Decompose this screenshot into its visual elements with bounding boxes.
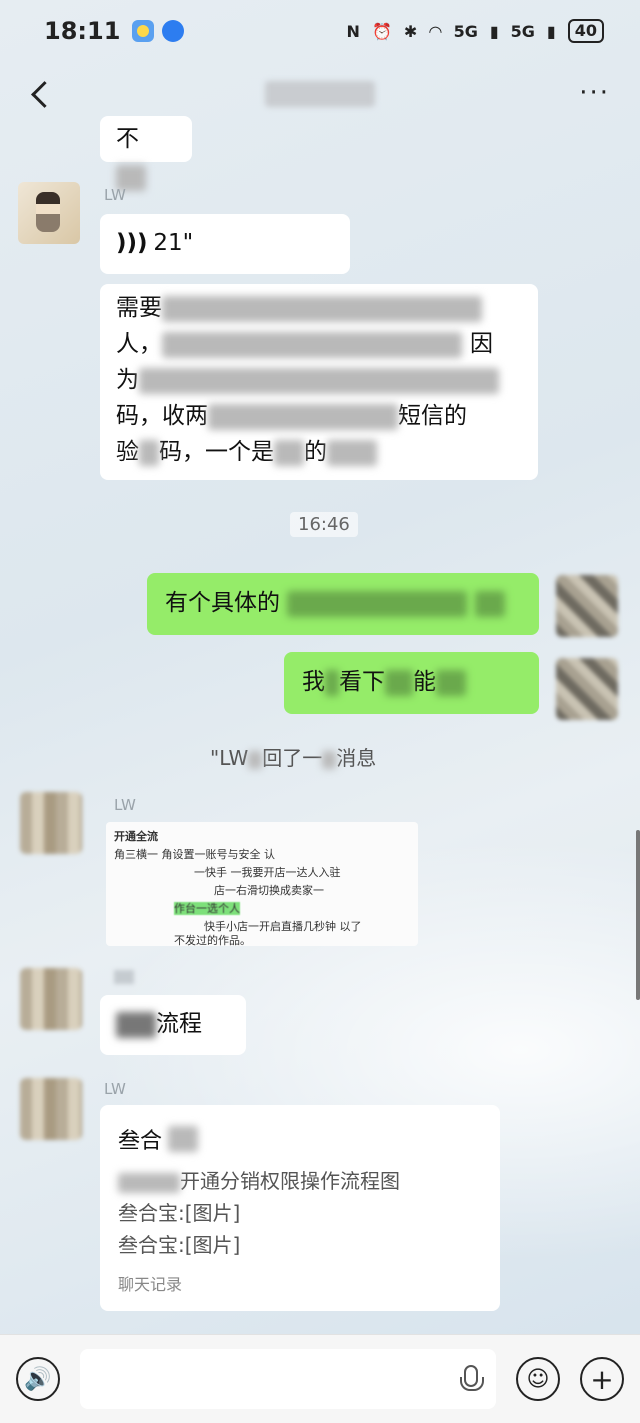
blurred-text: [162, 331, 462, 358]
message-text: 流程: [156, 1011, 202, 1037]
app-notification-icon: [162, 20, 185, 42]
blurred-text: [325, 669, 339, 696]
blurred-text: [287, 590, 468, 617]
chat-history-card[interactable]: 叁合 开通分销权限操作流程图 叁合宝:[图片] 叁合宝:[图片] 聊天记录: [100, 1105, 500, 1311]
image-text-line: 一快手 一我要开店一达人入驻: [194, 866, 341, 879]
signal-2-icon: ▮: [546, 21, 556, 41]
blurred-text: [139, 439, 159, 466]
nfc-icon: N: [346, 21, 360, 41]
preview-line: 叁合宝:[图片]: [118, 1201, 241, 1225]
preview-line: 叁合宝:[图片]: [118, 1233, 241, 1257]
avatar[interactable]: [18, 182, 80, 244]
voice-duration: 21": [153, 230, 194, 256]
avatar[interactable]: [20, 968, 82, 1030]
text-message-bubble[interactable]: 需要 人，因 为 码，收两 短信的 验码，一个是的: [100, 284, 538, 480]
text-line-3: 为: [116, 362, 522, 398]
message-text: 不: [116, 126, 139, 152]
message-input[interactable]: [80, 1349, 496, 1409]
scrollbar[interactable]: [636, 830, 640, 1000]
blurred-text: [139, 367, 499, 394]
status-right-icons: N ⏰ ✱ ◠ 5G ▮ 5G ▮ 40: [347, 19, 604, 43]
signal-1-icon: ▮: [489, 21, 499, 41]
avatar[interactable]: [20, 1078, 82, 1140]
voice-message-bubble[interactable]: ))) 21": [100, 214, 350, 274]
bluetooth-icon: ✱: [403, 21, 418, 41]
chat-header: ···: [0, 62, 640, 126]
status-time: 18:11: [44, 17, 121, 45]
my-message-bubble[interactable]: 有个具体的: [147, 573, 539, 635]
sender-name: LW: [114, 796, 136, 814]
avatar[interactable]: [20, 792, 82, 854]
blurred-text: [436, 669, 466, 696]
blurred-text: [322, 750, 337, 769]
input-bar: 🔊 ☺ +: [0, 1334, 640, 1423]
image-text-line: 角三横一 角设置一账号与安全 认: [114, 848, 275, 861]
status-left-icons: [132, 20, 185, 42]
sender-name: LW: [104, 1080, 126, 1098]
status-bar: 18:11 N ⏰ ✱ ◠ 5G ▮ 5G ▮ 40: [0, 0, 640, 62]
my-avatar[interactable]: [556, 575, 618, 637]
weather-icon: [132, 20, 155, 42]
blurred-text: [208, 403, 398, 430]
alarm-icon: ⏰: [371, 21, 392, 41]
wifi-icon: ◠: [429, 21, 442, 41]
message-bubble-partial[interactable]: 不: [100, 116, 192, 191]
message-text: 有个具体的: [165, 590, 280, 616]
blurred-text: [118, 1172, 180, 1193]
preview-line: 开通分销权限操作流程图: [118, 1165, 482, 1197]
image-text-line: 开通全流: [114, 830, 158, 843]
more-options-button[interactable]: ···: [579, 78, 610, 108]
plus-button[interactable]: +: [580, 1357, 624, 1401]
chat-history-title: 叁合: [118, 1123, 482, 1155]
blurred-text: [274, 439, 304, 466]
chat-history-footer: 聊天记录: [118, 1275, 183, 1294]
blurred-text: [116, 1011, 156, 1038]
sender-name: LW: [104, 186, 126, 204]
text-line-2: 人，因: [116, 331, 493, 358]
text-line-4: 码，收两 短信的: [116, 403, 467, 430]
blurred-text: [248, 750, 263, 769]
highlighted-text: 作台一选个人: [174, 902, 240, 915]
my-avatar[interactable]: [556, 658, 618, 720]
text-line-1: 需要: [116, 290, 522, 326]
message-text: 我: [302, 669, 325, 695]
image-message[interactable]: 开通全流 角三横一 角设置一账号与安全 认 一快手 一我要开店一达人入驻 店一右…: [106, 822, 418, 946]
network-2-label: 5G: [510, 21, 535, 41]
recall-notice: "LW 回了一 消息: [210, 746, 377, 770]
message-bubble[interactable]: 流程: [100, 995, 246, 1055]
blurred-text: [385, 669, 413, 696]
blurred-text: [474, 590, 505, 617]
chat-history-preview: 开通分销权限操作流程图 叁合宝:[图片] 叁合宝:[图片]: [118, 1165, 482, 1261]
voice-input-button[interactable]: 🔊: [16, 1357, 60, 1401]
blurred-text: [162, 295, 482, 322]
microphone-icon[interactable]: [460, 1365, 484, 1391]
voice-wave-icon: ))): [116, 230, 148, 256]
text-line-5: 验码，一个是的: [116, 434, 522, 470]
sender-name-blurred: [114, 970, 134, 984]
network-1-label: 5G: [453, 21, 478, 41]
image-text-line: 店一右滑切换成卖家一: [214, 884, 324, 897]
time-divider: 16:46: [290, 512, 358, 537]
blurred-text: [327, 439, 377, 466]
my-message-bubble[interactable]: 我看下能: [284, 652, 539, 714]
emoji-button[interactable]: ☺: [516, 1357, 560, 1401]
blurred-text: [168, 1126, 199, 1152]
back-button[interactable]: [22, 76, 58, 112]
image-text-line: 不发过的作品。: [174, 934, 251, 946]
battery-icon: 40: [567, 19, 604, 43]
chat-title-blurred: [265, 81, 375, 107]
